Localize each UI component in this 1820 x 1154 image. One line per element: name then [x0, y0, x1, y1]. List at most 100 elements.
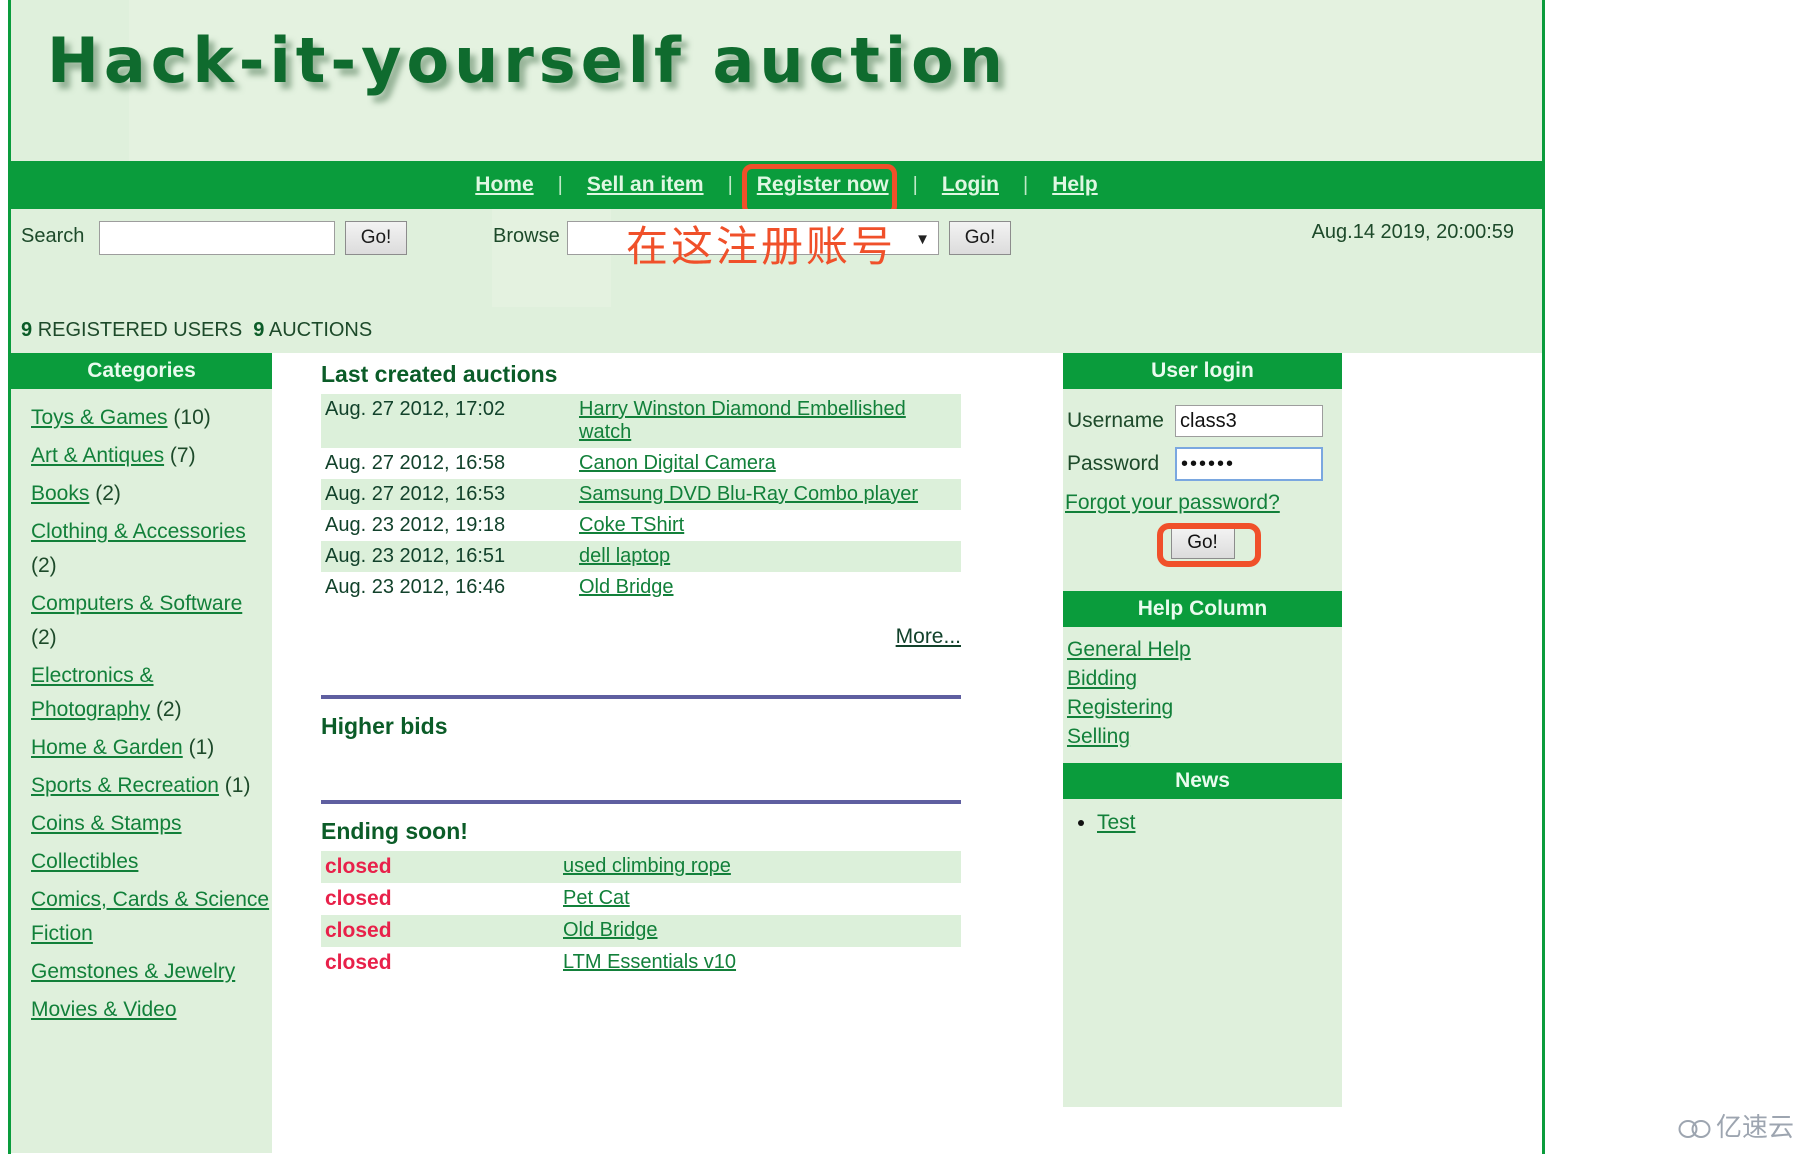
forgot-password-link[interactable]: Forgot your password?: [1065, 491, 1280, 514]
help-link-general-help[interactable]: General Help: [1067, 635, 1342, 664]
auction-title-cell[interactable]: LTM Essentials v10: [559, 947, 961, 979]
auction-title-link[interactable]: Harry Winston Diamond Embellished watch: [579, 398, 906, 443]
table-row[interactable]: Aug. 23 2012, 19:18 Coke TShirt: [321, 510, 961, 541]
auction-title-cell[interactable]: dell laptop: [575, 541, 961, 572]
category-link[interactable]: Home & Garden: [31, 736, 183, 759]
help-column-panel: General Help Bidding Registering Selling: [1063, 627, 1342, 763]
ending-soon-table: closed used climbing rope closed Pet Cat…: [321, 851, 961, 979]
table-row[interactable]: Aug. 27 2012, 17:02 Harry Winston Diamon…: [321, 394, 961, 448]
auction-date: Aug. 23 2012, 19:18: [325, 514, 506, 536]
table-row[interactable]: Aug. 27 2012, 16:58 Canon Digital Camera: [321, 448, 961, 479]
category-item-coins-stamps[interactable]: Coins & Stamps: [31, 807, 272, 841]
table-row[interactable]: closed used climbing rope: [321, 851, 961, 883]
table-row[interactable]: closed Pet Cat: [321, 883, 961, 915]
nav-item-home[interactable]: Home: [473, 173, 535, 196]
table-row[interactable]: Aug. 23 2012, 16:46 Old Bridge: [321, 572, 961, 603]
category-item-collectibles[interactable]: Collectibles: [31, 845, 272, 879]
category-link[interactable]: Collectibles: [31, 850, 138, 873]
username-input[interactable]: [1175, 405, 1323, 437]
auctions-label: AUCTIONS: [268, 319, 373, 341]
category-link[interactable]: Books: [31, 482, 89, 505]
search-go-button[interactable]: Go!: [345, 221, 407, 255]
category-count: (10): [173, 406, 211, 429]
category-link[interactable]: Sports & Recreation: [31, 774, 219, 797]
auction-title-link[interactable]: dell laptop: [579, 545, 670, 567]
category-item-electronics-photography[interactable]: Electronics & Photography (2): [31, 659, 272, 727]
auction-title-cell[interactable]: Old Bridge: [559, 915, 961, 947]
category-item-toys-games[interactable]: Toys & Games (10): [31, 401, 272, 435]
list-item[interactable]: Test: [1097, 811, 1342, 835]
browse-go-button[interactable]: Go!: [949, 221, 1011, 255]
category-item-art-antiques[interactable]: Art & Antiques (7): [31, 439, 272, 473]
category-link[interactable]: Movies & Video: [31, 998, 177, 1021]
category-item-computers-software[interactable]: Computers & Software (2): [31, 587, 272, 655]
search-input[interactable]: [99, 221, 335, 255]
last-created-auctions-table: Aug. 27 2012, 17:02 Harry Winston Diamon…: [321, 394, 961, 603]
category-item-sports-recreation[interactable]: Sports & Recreation (1): [31, 769, 272, 803]
news-link-test[interactable]: Test: [1097, 811, 1136, 834]
auction-title-cell[interactable]: used climbing rope: [559, 851, 961, 883]
auction-title-link[interactable]: Canon Digital Camera: [579, 452, 776, 474]
table-row[interactable]: closed LTM Essentials v10: [321, 947, 961, 979]
help-link-registering[interactable]: Registering: [1067, 693, 1342, 722]
password-input[interactable]: [1175, 447, 1323, 481]
nav-item-register-now[interactable]: Register now: [755, 173, 891, 196]
auction-title-link[interactable]: Coke TShirt: [579, 514, 684, 536]
nav-item-help[interactable]: Help: [1050, 173, 1100, 196]
category-link[interactable]: Clothing & Accessories: [31, 520, 246, 543]
news-heading: News: [1063, 763, 1342, 799]
chevron-down-icon: ▼: [915, 231, 930, 248]
cloud-icon: [1678, 1119, 1711, 1138]
nav-separator: |: [557, 174, 563, 196]
auction-title-cell[interactable]: Canon Digital Camera: [575, 448, 961, 479]
nav-item-login[interactable]: Login: [940, 173, 1001, 196]
category-item-home-garden[interactable]: Home & Garden (1): [31, 731, 272, 765]
category-link[interactable]: Art & Antiques: [31, 444, 164, 467]
auction-title-link[interactable]: Old Bridge: [579, 576, 674, 598]
category-link[interactable]: Comics, Cards & Science Fiction: [31, 888, 269, 945]
table-row[interactable]: Aug. 27 2012, 16:53 Samsung DVD Blu-Ray …: [321, 479, 961, 510]
auction-title-link[interactable]: Samsung DVD Blu-Ray Combo player: [579, 483, 918, 505]
category-item-gemstones-jewelry[interactable]: Gemstones & Jewelry: [31, 955, 272, 989]
auction-date: Aug. 27 2012, 16:58: [325, 452, 506, 474]
status-badge: closed: [325, 855, 392, 878]
higher-bids-heading: Higher bids: [321, 713, 448, 739]
section-divider: [321, 695, 961, 699]
categories-sidebar: Categories Toys & Games (10) Art & Antiq…: [11, 353, 272, 1153]
nav-item-sell-an-item[interactable]: Sell an item: [585, 173, 706, 196]
category-item-books[interactable]: Books (2): [31, 477, 272, 511]
auction-title-cell[interactable]: Old Bridge: [575, 572, 961, 603]
category-item-movies-video[interactable]: Movies & Video: [31, 993, 272, 1027]
auction-title-cell[interactable]: Samsung DVD Blu-Ray Combo player: [575, 479, 961, 510]
auction-title-link[interactable]: Old Bridge: [563, 919, 658, 941]
help-link-bidding[interactable]: Bidding: [1067, 664, 1342, 693]
category-link[interactable]: Computers & Software: [31, 592, 242, 615]
auction-title-link[interactable]: Pet Cat: [563, 887, 630, 909]
auction-title-cell[interactable]: Pet Cat: [559, 883, 961, 915]
auction-title-link[interactable]: LTM Essentials v10: [563, 951, 736, 973]
category-link[interactable]: Coins & Stamps: [31, 812, 182, 835]
auction-status-cell: closed: [321, 947, 559, 979]
auction-status-cell: closed: [321, 915, 559, 947]
nav-separator: |: [912, 174, 918, 196]
right-sidebar: User login Username Password Forgot your…: [1063, 353, 1342, 1153]
table-row[interactable]: closed Old Bridge: [321, 915, 961, 947]
category-link[interactable]: Electronics & Photography: [31, 664, 154, 721]
auction-title-cell[interactable]: Harry Winston Diamond Embellished watch: [575, 394, 961, 448]
more-link[interactable]: More...: [896, 625, 961, 648]
stats-text: 9 REGISTERED USERS 9 AUCTIONS: [21, 319, 372, 341]
category-link[interactable]: Gemstones & Jewelry: [31, 960, 235, 983]
category-count: (2): [31, 626, 57, 649]
auction-title-link[interactable]: used climbing rope: [563, 855, 731, 877]
table-row[interactable]: Aug. 23 2012, 16:51 dell laptop: [321, 541, 961, 572]
news-list: Test: [1063, 811, 1342, 835]
category-link[interactable]: Toys & Games: [31, 406, 168, 429]
category-item-comics-cards-science-fiction[interactable]: Comics, Cards & Science Fiction: [31, 883, 272, 951]
auction-title-cell[interactable]: Coke TShirt: [575, 510, 961, 541]
last-created-heading: Last created auctions: [321, 361, 558, 387]
login-go-button[interactable]: Go!: [1170, 527, 1235, 559]
help-link-selling[interactable]: Selling: [1067, 722, 1342, 751]
higher-bids-body: [321, 746, 981, 794]
category-count: (2): [155, 698, 182, 721]
category-item-clothing-accessories[interactable]: Clothing & Accessories (2): [31, 515, 272, 583]
